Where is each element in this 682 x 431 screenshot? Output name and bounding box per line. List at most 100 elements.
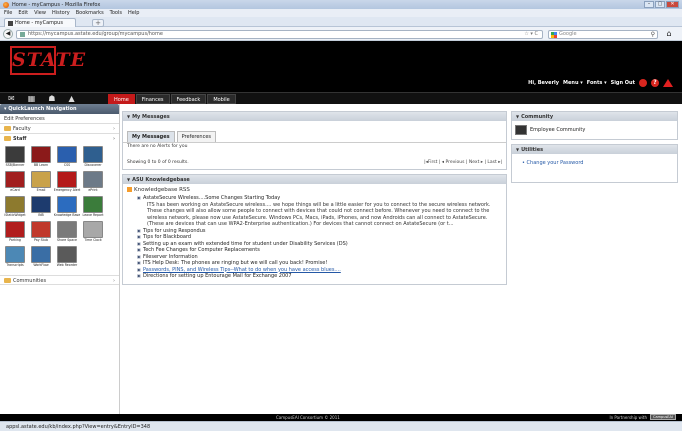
tab-feedback[interactable]: Feedback [170,94,207,104]
search-icon[interactable]: ⚲ [651,31,655,38]
browser-tab-home[interactable]: Home - myCampus [4,18,76,27]
app-icon[interactable] [57,171,77,188]
knowledgebase-header[interactable]: ▼ ASU Knowledgebase [123,175,506,184]
folder-communities[interactable]: Communities › [0,275,119,285]
app-launcher[interactable]: INB [30,196,52,217]
kb-item-title[interactable]: Directions for setting up Entourage Mail… [143,273,292,279]
app-launcher[interactable]: Web Reorder [56,246,78,267]
kb-item-title[interactable]: ITS Help Desk: The phones are ringing bu… [143,260,327,266]
kb-item-title[interactable]: Fileserver Information [143,254,198,260]
app-icon[interactable] [83,221,103,238]
menu-file[interactable]: File [4,10,12,16]
app-launcher[interactable]: CSS [56,146,78,167]
search-input[interactable]: Google ⚲ [548,30,658,39]
alert-icon[interactable] [663,79,673,87]
help-icon[interactable]: ? [651,79,659,87]
my-messages-header[interactable]: ▼ My Messages [123,112,506,121]
menu-edit[interactable]: Edit [18,10,28,16]
app-icon[interactable] [5,171,25,188]
minimize-button[interactable]: – [644,1,654,8]
close-button[interactable]: ✕ [666,1,679,8]
edit-preferences-link[interactable]: Edit Preferences [0,114,119,124]
tab-home[interactable]: Home [108,94,135,104]
calendar-icon[interactable]: ▦ [28,94,36,103]
astate-logo[interactable]: STATE [10,46,85,75]
app-launcher[interactable]: ePrint [82,171,104,192]
site-identity-icon[interactable] [20,32,25,37]
app-icon[interactable] [5,146,25,163]
sign-out-link[interactable]: Sign Out [611,80,635,86]
app-launcher[interactable]: Emergency Alert [54,171,80,192]
collapse-icon[interactable]: ▼ [127,114,130,119]
kb-item-title[interactable]: AstateSecure Wireless....Some Changes St… [143,195,280,201]
menu-view[interactable]: View [34,10,46,16]
quicklaunch-header[interactable]: ▾ QuickLaunch Navigation [0,104,119,114]
app-icon[interactable] [57,221,77,238]
app-launcher[interactable]: Knowledge Base [54,196,80,217]
employee-community-link[interactable]: Employee Community [512,121,677,139]
app-icon[interactable] [57,246,77,263]
kb-item-title[interactable]: Tips for Blackboard [143,234,191,240]
change-password-link[interactable]: • Change your Password [512,154,677,182]
kb-item[interactable]: AstateSecure Wireless....Some Changes St… [127,195,502,228]
kb-item-title[interactable]: Setting up an exam with extended time fo… [143,241,348,247]
app-icon[interactable] [31,246,51,263]
app-launcher[interactable]: WorkFlow [30,246,52,267]
search-icon[interactable] [639,79,647,87]
folder-faculty[interactable]: Faculty › [0,124,119,134]
collapse-icon[interactable]: ▼ [516,114,519,119]
app-launcher[interactable]: iStaticWidget [4,196,26,217]
app-launcher[interactable]: Email [30,171,52,192]
app-icon[interactable] [83,196,103,213]
new-tab-button[interactable]: + [92,19,104,27]
tab-mobile[interactable]: Mobile [207,94,236,104]
menu-tools[interactable]: Tools [110,10,122,16]
kb-item-title[interactable]: Tech Fee Changes for Computer Replacemen… [143,247,260,253]
menu-bookmarks[interactable]: Bookmarks [76,10,104,16]
app-icon[interactable] [57,196,77,213]
pagination[interactable]: |◂First | ◂ Previous | Next ▸ | Last ▸| [424,160,502,165]
menu-history[interactable]: History [52,10,70,16]
app-icon[interactable] [31,171,51,188]
kb-item[interactable]: Directions for setting up Entourage Mail… [127,273,502,280]
url-bar-icons[interactable]: ☆ ▾ C [524,31,538,38]
collapse-icon[interactable]: ▼ [516,147,519,152]
app-icon[interactable] [5,221,25,238]
url-bar[interactable]: https://mycampus.astate.edu/group/mycamp… [16,30,543,39]
utilities-header[interactable]: ▼ Utilities [512,145,677,154]
profile-icon[interactable]: ▲ [68,94,74,103]
app-icon[interactable] [83,171,103,188]
community-header[interactable]: ▼ Community [512,112,677,121]
kb-item-title[interactable]: Tips for using Respondus [143,228,206,234]
app-icon[interactable] [31,146,51,163]
folder-staff[interactable]: Staff › [0,134,119,144]
tab-preferences[interactable]: Preferences [176,131,217,142]
back-button[interactable]: ◀ [3,29,13,39]
app-icon[interactable] [5,246,25,263]
app-launcher[interactable]: Time Clock [82,221,104,242]
app-launcher[interactable]: Parking [4,221,26,242]
groups-icon[interactable]: ☗ [48,94,55,103]
app-launcher[interactable]: Pay Stub [30,221,52,242]
google-icon[interactable] [551,32,557,38]
maximize-button[interactable]: ▢ [655,1,665,8]
tab-finances[interactable]: Finances [135,94,170,104]
menu-help[interactable]: Help [128,10,139,16]
app-icon[interactable] [5,196,25,213]
app-launcher[interactable]: Transcripts [4,246,26,267]
collapse-icon[interactable]: ▼ [127,177,130,182]
app-launcher[interactable]: Leave Report [82,196,104,217]
kb-item-title[interactable]: Passwords, PINS, and Wireless Tips--What… [143,267,341,273]
app-launcher[interactable]: BB Learn [30,146,52,167]
fonts-dropdown[interactable]: Fonts ▾ [587,80,607,86]
app-launcher[interactable]: Discoverer [82,146,104,167]
app-launcher[interactable]: SSB/Banner [4,146,26,167]
app-launcher[interactable]: Shore Space [56,221,78,242]
app-launcher[interactable]: eCard [4,171,26,192]
app-icon[interactable] [31,221,51,238]
campuseai-logo[interactable]: CampusEAI [650,414,676,420]
app-icon[interactable] [31,196,51,213]
menu-dropdown[interactable]: Menu ▾ [563,80,583,86]
tab-my-messages[interactable]: My Messages [127,131,175,142]
app-icon[interactable] [57,146,77,163]
